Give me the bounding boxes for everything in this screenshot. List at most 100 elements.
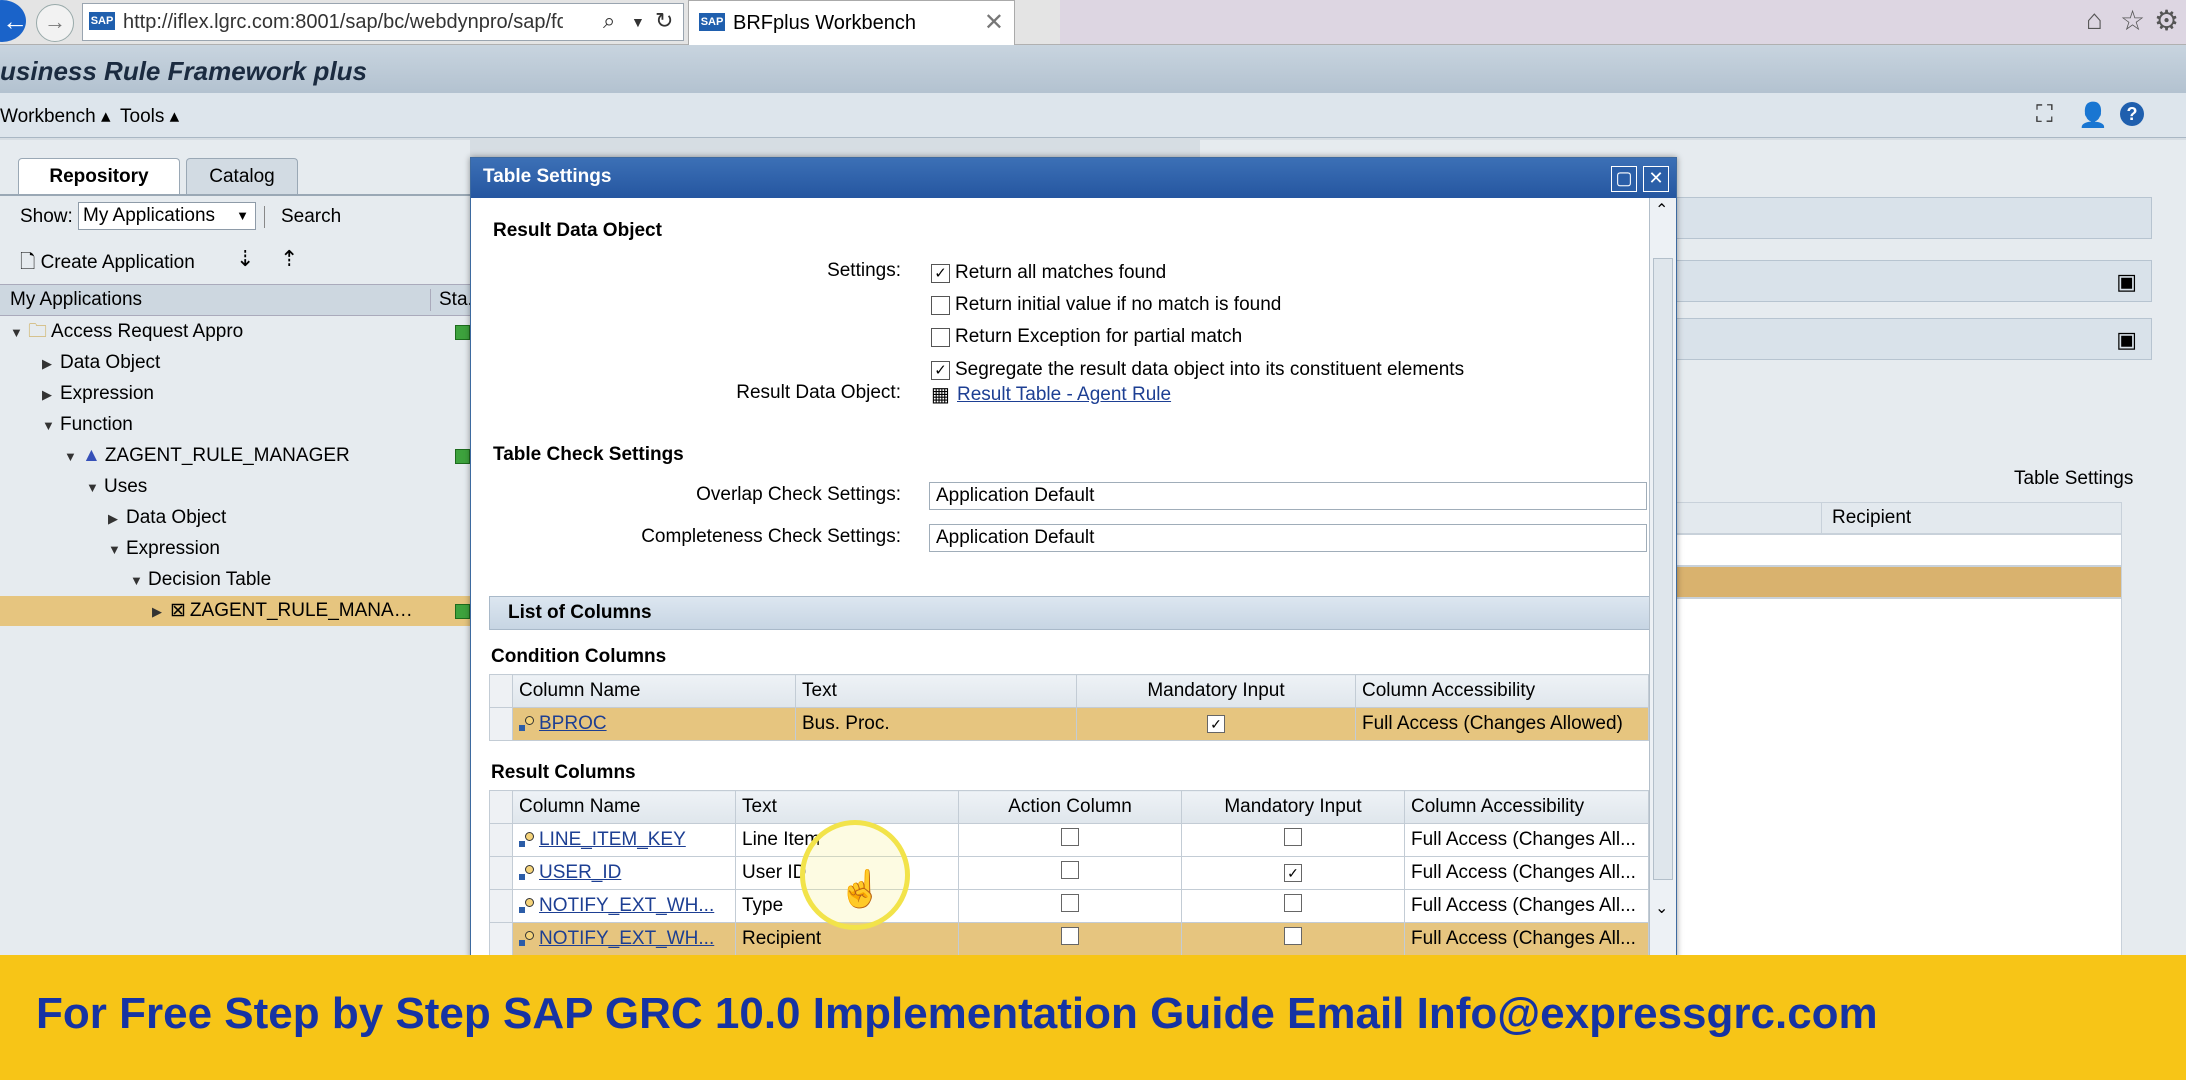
action-column-checkbox[interactable] [1061,894,1079,912]
gear-icon[interactable]: ⚙ [2154,4,2179,37]
expanded-arrow-icon[interactable]: ▼ [130,566,148,596]
tree-node[interactable]: ▶ Expression [0,379,470,409]
tab-strip-background: ⌂ ☆ ⚙ [1060,0,2186,44]
column-name-link[interactable]: LINE_ITEM_KEY [539,829,686,850]
status-green-icon [455,604,470,619]
row-selector[interactable] [489,922,513,956]
tree-node[interactable]: ▶ Data Object [0,348,470,378]
decision-table-icon: ⊠ [170,600,186,621]
table-settings-link[interactable]: Table Settings [2014,468,2133,490]
show-dropdown[interactable]: My Applications ▼ [78,202,256,230]
mandatory-input-checkbox[interactable]: ✓ [1207,715,1225,733]
column-name-link[interactable]: USER_ID [539,862,621,883]
sort-descending-icon[interactable]: ⇡ [280,246,298,272]
result-row[interactable]: NOTIFY_EXT_WH... Type Full Access (Changes… [489,889,1649,923]
result-row[interactable]: USER_ID User ID ✓ Full Access (Changes All.… [489,856,1649,890]
tree-node[interactable]: ▼ Decision Table [0,565,470,595]
row-selector[interactable] [489,707,513,741]
tree-node[interactable]: ▼ ▲ ZAGENT_RULE_MANAGER [0,441,470,471]
column-name-link[interactable]: NOTIFY_EXT_WH... [539,928,714,949]
tree-node[interactable]: ▶ Data Object [0,503,470,533]
mandatory-input-checkbox[interactable] [1284,828,1302,846]
home-icon[interactable]: ⌂ [2086,4,2103,36]
mandatory-input-cell: ✓ [1076,707,1356,741]
row-selector[interactable] [489,889,513,923]
star-icon[interactable]: ☆ [2120,4,2145,37]
back-button[interactable]: ← [0,0,28,42]
row-selector[interactable] [489,856,513,890]
scroll-thumb[interactable] [1653,258,1673,880]
maximize-dialog-icon[interactable]: ▢ [1611,166,1637,192]
tree-node[interactable]: ▼ Function [0,410,470,440]
search-icon[interactable]: ⌕ [603,8,615,34]
row-selector[interactable] [489,823,513,857]
browser-tab[interactable]: SAP BRFplus Workbench ✕ [688,0,1015,45]
select-all-cell[interactable] [489,674,513,708]
mandatory-input-checkbox[interactable]: ✓ [1284,864,1302,882]
completeness-check-dropdown[interactable]: Application Default [929,524,1647,552]
scroll-down-icon[interactable]: ⌄ [1655,898,1668,918]
close-tab-icon[interactable]: ✕ [984,8,1004,37]
help-icon[interactable]: ? [2120,102,2144,126]
tab-catalog[interactable]: Catalog [186,158,298,195]
tree-node[interactable]: ▼ Uses [0,472,470,502]
col-column-accessibility: Column Accessibility [1404,790,1649,824]
overlap-check-dropdown[interactable]: Application Default [929,482,1647,510]
result-row[interactable]: NOTIFY_EXT_WH... Recipient Full Access (Ch… [489,922,1649,956]
column-name-link[interactable]: NOTIFY_EXT_WH... [539,895,714,916]
select-all-cell[interactable] [489,790,513,824]
expanded-arrow-icon[interactable]: ▼ [10,318,28,348]
forward-button[interactable]: → [36,4,74,42]
return-initial-value-checkbox[interactable] [931,296,950,315]
collapsed-arrow-icon[interactable]: ▶ [108,504,126,534]
dropdown-arrow-icon[interactable]: ▼ [631,14,645,30]
col-mandatory-input: Mandatory Input [1076,674,1356,708]
tree-node[interactable]: ▼ Expression [0,534,470,564]
sort-ascending-icon[interactable]: ⇣ [236,246,254,272]
tab-repository[interactable]: Repository [18,158,180,195]
return-exception-label: Return Exception for partial match [955,326,1243,347]
dialog-title: Table Settings [483,166,612,187]
accessibility-cell: Full Access (Changes Allowed) [1355,707,1649,741]
condition-row[interactable]: BPROC Bus. Proc. ✓ Full Access (Changes All… [489,707,1649,741]
tree-node-label: Expression [126,538,220,559]
maximize-icon[interactable]: ▣ [2116,327,2137,353]
result-object-link[interactable]: Result Table - Agent Rule [957,384,1171,406]
folder-icon: 🗀 [28,321,48,342]
address-bar[interactable]: SAP http://iflex.lgrc.com:8001/sap/bc/we… [82,3,684,41]
create-application-button[interactable]: 🗋 Create Application [20,248,195,280]
col-text: Text [735,790,959,824]
show-label: Show: [20,206,73,227]
scroll-up-icon[interactable]: ⌃ [1655,200,1668,220]
dialog-scrollbar[interactable]: ⌃ ⌄ [1649,198,1676,958]
fullscreen-icon[interactable]: ⛶ [2036,101,2053,129]
refresh-icon[interactable]: ↻ [655,8,673,34]
expanded-arrow-icon[interactable]: ▼ [108,535,126,565]
maximize-icon[interactable]: ▣ [2116,269,2137,295]
collapsed-arrow-icon[interactable]: ▶ [152,597,170,627]
expanded-arrow-icon[interactable]: ▼ [42,411,60,441]
tree-node[interactable]: ▶ ⊠ ZAGENT_RULE_MANA… [0,596,470,626]
result-row[interactable]: LINE_ITEM_KEY Line Item Full Access (Chang… [489,823,1649,857]
collapsed-arrow-icon[interactable]: ▶ [42,349,60,379]
column-name-link[interactable]: BPROC [539,713,607,734]
action-column-checkbox[interactable] [1061,861,1079,879]
collapsed-arrow-icon[interactable]: ▶ [42,380,60,410]
expanded-arrow-icon[interactable]: ▼ [86,473,104,503]
tree-node[interactable]: ▼ 🗀 Access Request Appro [0,317,470,347]
user-settings-icon[interactable]: 👤 [2078,101,2108,130]
menu-tools[interactable]: Tools ▴ [120,105,179,128]
expanded-arrow-icon[interactable]: ▼ [64,442,82,472]
return-exception-checkbox[interactable] [931,328,950,347]
close-dialog-icon[interactable]: ✕ [1643,166,1669,192]
return-all-matches-checkbox[interactable]: ✓ [931,264,950,283]
search-link[interactable]: Search [264,206,341,228]
segregate-result-checkbox[interactable]: ✓ [931,361,950,380]
url-text[interactable]: http://iflex.lgrc.com:8001/sap/bc/webdyn… [123,11,563,34]
mandatory-input-checkbox[interactable] [1284,927,1302,945]
condition-columns-table: Column Name Text Mandatory Input Column … [489,674,1649,741]
mandatory-input-checkbox[interactable] [1284,894,1302,912]
action-column-checkbox[interactable] [1061,828,1079,846]
menu-workbench[interactable]: Workbench ▴ [0,105,111,128]
action-column-checkbox[interactable] [1061,927,1079,945]
